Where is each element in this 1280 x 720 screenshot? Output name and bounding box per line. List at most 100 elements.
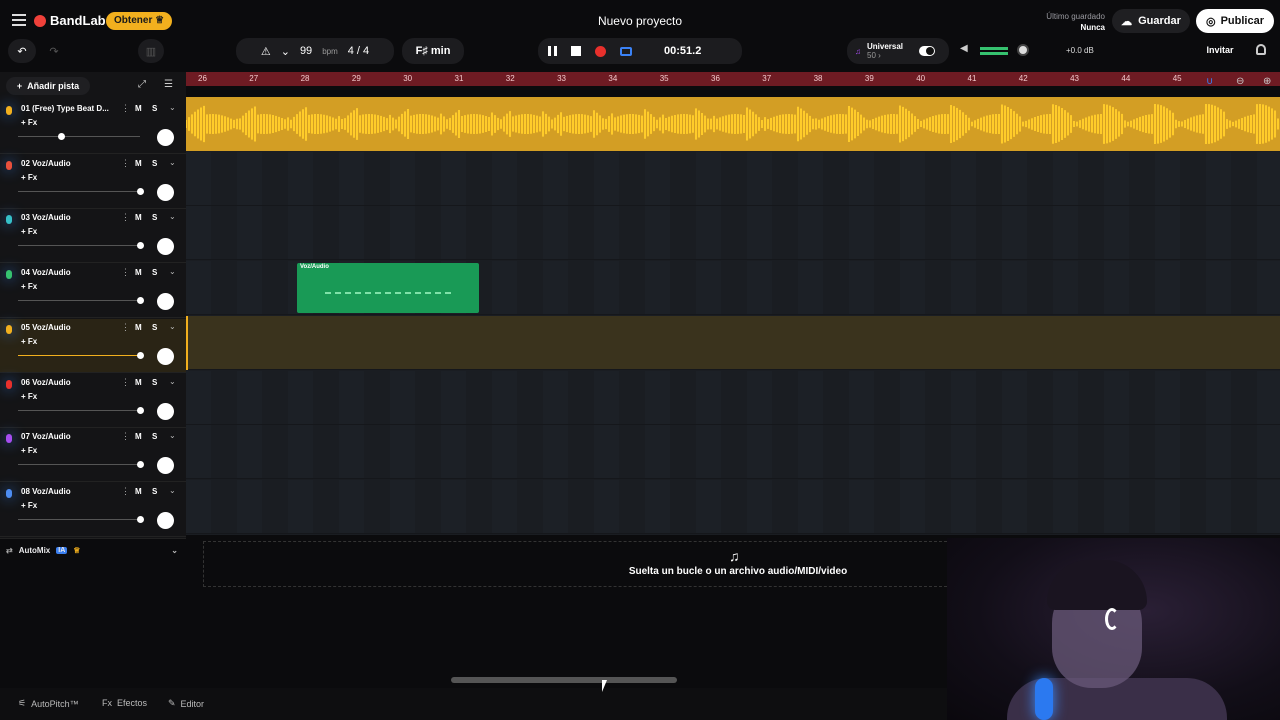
volume-slider-handle[interactable] bbox=[57, 133, 65, 140]
horizontal-scrollbar[interactable] bbox=[451, 677, 677, 683]
chevron-down-icon[interactable]: ⌄ bbox=[169, 158, 176, 167]
tempo-control[interactable]: ⚠ ⌄ 99 bpm 4 / 4 bbox=[236, 38, 394, 64]
pan-knob[interactable] bbox=[157, 457, 174, 475]
record-icon[interactable] bbox=[595, 45, 606, 57]
track-header[interactable]: 02 Voz/Audio + Fx ⋮ M S ⌄ bbox=[0, 155, 186, 209]
track-name[interactable]: 02 Voz/Audio bbox=[21, 159, 115, 168]
pan-knob[interactable] bbox=[157, 183, 174, 201]
track-header[interactable]: 01 (Free) Type Beat D... + Fx ⋮ M S ⌄ bbox=[0, 100, 186, 154]
track-header[interactable]: 08 Voz/Audio + Fx ⋮ M S ⌄ bbox=[0, 483, 186, 537]
zoom-in-icon[interactable]: ⊕ bbox=[1263, 76, 1271, 87]
pan-knob[interactable] bbox=[157, 402, 174, 420]
track-header[interactable]: 05 Voz/Audio + Fx ⋮ M S ⌄ bbox=[0, 318, 186, 373]
playhead[interactable] bbox=[186, 315, 188, 370]
automix-row[interactable]: ⇄ AutoMix IA ♕ ⌄ bbox=[0, 538, 186, 562]
solo-button[interactable]: S bbox=[152, 213, 157, 222]
track-name[interactable]: 05 Voz/Audio bbox=[21, 323, 115, 332]
chevron-down-icon[interactable]: ⌄ bbox=[281, 45, 290, 58]
pan-knob[interactable] bbox=[157, 129, 174, 146]
pan-knob[interactable] bbox=[157, 238, 174, 256]
more-options-icon[interactable]: ⋮ bbox=[121, 486, 130, 497]
pan-knob[interactable] bbox=[157, 511, 174, 529]
undo-button[interactable]: ↶ bbox=[8, 39, 36, 63]
chevron-down-icon[interactable]: ⌄ bbox=[171, 546, 178, 555]
track-name[interactable]: 07 Voz/Audio bbox=[21, 432, 115, 441]
invite-button[interactable]: Invitar bbox=[1196, 39, 1244, 61]
more-options-icon[interactable]: ⋮ bbox=[121, 267, 130, 278]
add-fx-button[interactable]: + Fx bbox=[21, 282, 37, 291]
autopitch-button[interactable]: ⚟ AutoPitch™ bbox=[18, 698, 79, 709]
pause-icon[interactable] bbox=[548, 46, 557, 56]
volume-slider[interactable] bbox=[18, 300, 140, 302]
mute-button[interactable]: M bbox=[135, 268, 142, 277]
add-fx-button[interactable]: + Fx bbox=[21, 227, 37, 236]
volume-slider-handle[interactable] bbox=[137, 515, 144, 523]
add-fx-button[interactable]: + Fx bbox=[21, 118, 37, 127]
zoom-out-icon[interactable]: ⊖ bbox=[1236, 76, 1244, 87]
track-name[interactable]: 04 Voz/Audio bbox=[21, 268, 115, 277]
chevron-down-icon[interactable]: ⌄ bbox=[169, 267, 176, 276]
chevron-down-icon[interactable]: ⌄ bbox=[169, 377, 176, 386]
metronome-icon[interactable]: ⚠ bbox=[261, 45, 271, 58]
solo-button[interactable]: S bbox=[152, 487, 157, 496]
track-name[interactable]: 08 Voz/Audio bbox=[21, 487, 115, 496]
volume-slider-handle[interactable] bbox=[137, 406, 144, 414]
more-options-icon[interactable]: ⋮ bbox=[121, 103, 130, 114]
track-lane[interactable] bbox=[186, 97, 1280, 151]
time-signature[interactable]: 4 / 4 bbox=[348, 45, 369, 57]
volume-slider-handle[interactable] bbox=[137, 351, 144, 359]
audio-clip[interactable]: Voz/Audio bbox=[297, 263, 479, 314]
add-fx-button[interactable]: + Fx bbox=[21, 173, 37, 182]
master-volume[interactable]: ◀ bbox=[960, 43, 1050, 58]
add-track-button[interactable]: + Añadir pista bbox=[6, 77, 90, 95]
volume-slider[interactable] bbox=[18, 464, 140, 466]
key-selector[interactable]: F♯ min bbox=[402, 38, 464, 64]
volume-slider[interactable] bbox=[18, 354, 140, 356]
track-name[interactable]: 06 Voz/Audio bbox=[21, 378, 115, 387]
volume-slider-handle[interactable] bbox=[137, 461, 144, 469]
settings-icon[interactable]: ☰ bbox=[164, 79, 173, 90]
track-lane[interactable] bbox=[186, 479, 1280, 534]
pan-knob[interactable] bbox=[157, 293, 174, 311]
bpm-value[interactable]: 99 bbox=[300, 45, 312, 57]
track-header[interactable]: 03 Voz/Audio + Fx ⋮ M S ⌄ bbox=[0, 209, 186, 264]
solo-button[interactable]: S bbox=[152, 378, 157, 387]
timeline-ruler[interactable]: 26 27 28 29 30 31 32 33 34 35 36 37 38 39 40 41 42 43 44 45 bbox=[186, 72, 1280, 86]
loop-icon[interactable] bbox=[620, 46, 632, 56]
track-lane[interactable] bbox=[186, 425, 1280, 480]
publish-button[interactable]: ◎ Publicar bbox=[1196, 9, 1274, 33]
bell-icon[interactable] bbox=[1256, 44, 1266, 55]
volume-slider[interactable] bbox=[18, 518, 140, 520]
chevron-down-icon[interactable]: ⌄ bbox=[169, 322, 176, 331]
volume-slider[interactable] bbox=[18, 245, 140, 247]
solo-button[interactable]: S bbox=[152, 104, 157, 113]
editor-button[interactable]: ✎ Editor bbox=[168, 698, 204, 709]
grid-button[interactable]: ▥ bbox=[138, 39, 164, 63]
solo-button[interactable]: S bbox=[152, 159, 157, 168]
save-button[interactable]: ☁ Guardar bbox=[1112, 9, 1190, 33]
track-lane[interactable] bbox=[186, 206, 1280, 261]
more-options-icon[interactable]: ⋮ bbox=[121, 158, 130, 169]
drop-zone[interactable] bbox=[203, 541, 947, 587]
solo-button[interactable]: S bbox=[152, 268, 157, 277]
more-options-icon[interactable]: ⋮ bbox=[121, 212, 130, 223]
track-lane[interactable] bbox=[186, 151, 1280, 206]
master-volume-knob[interactable] bbox=[1017, 44, 1029, 56]
magnet-icon[interactable]: ∪ bbox=[1206, 76, 1213, 87]
volume-slider-handle[interactable] bbox=[137, 297, 144, 305]
more-options-icon[interactable]: ⋮ bbox=[121, 322, 130, 333]
redo-button[interactable]: ↷ bbox=[40, 39, 68, 63]
volume-slider[interactable] bbox=[18, 190, 140, 192]
chevron-down-icon[interactable]: ⌄ bbox=[169, 212, 176, 221]
chevron-down-icon[interactable]: ⌄ bbox=[169, 103, 176, 112]
pan-knob[interactable] bbox=[157, 347, 174, 365]
chevron-down-icon[interactable]: ⌄ bbox=[169, 431, 176, 440]
add-fx-button[interactable]: + Fx bbox=[21, 392, 37, 401]
solo-button[interactable]: S bbox=[152, 323, 157, 332]
solo-button[interactable]: S bbox=[152, 432, 157, 441]
volume-slider[interactable] bbox=[18, 136, 140, 137]
mute-button[interactable]: M bbox=[135, 159, 142, 168]
track-name[interactable]: 01 (Free) Type Beat D... bbox=[21, 104, 115, 113]
effects-button[interactable]: Fx Efectos bbox=[102, 698, 147, 708]
track-lane[interactable] bbox=[186, 370, 1280, 425]
